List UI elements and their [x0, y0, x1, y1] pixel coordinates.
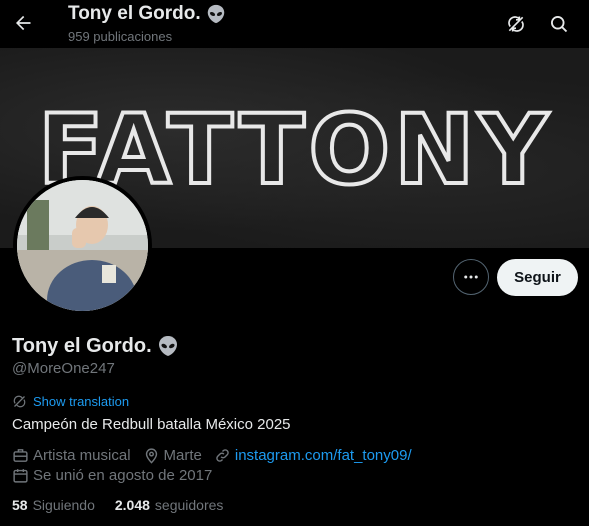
profile-handle: @MoreOne247 — [12, 360, 115, 377]
meta-link-url[interactable]: instagram.com/fat_tony09/ — [235, 447, 412, 464]
link-icon — [216, 449, 229, 462]
profile-bio: Campeón de Redbull batalla México 2025 — [12, 416, 291, 433]
header-name: Tony el Gordo. — [68, 3, 201, 24]
search-button[interactable] — [545, 10, 573, 38]
followers-label: seguidores — [154, 497, 224, 513]
more-dots-icon — [464, 275, 478, 279]
following-count: 58 — [12, 497, 28, 513]
meta-joined-text: Se unió en agosto de 2017 — [33, 467, 213, 484]
briefcase-icon — [13, 449, 28, 462]
profile-meta: Artista musical Marte instagram.com/fat_… — [12, 447, 424, 464]
alien-emoji-icon — [158, 336, 177, 356]
header-title: Tony el Gordo. — [68, 3, 227, 25]
profile-joined: Se unió en agosto de 2017 — [12, 467, 224, 484]
meta-location-text: Marte — [163, 447, 202, 464]
following-stat[interactable]: 58 Siguiendo — [12, 497, 95, 513]
meta-joined: Se unió en agosto de 2017 — [12, 467, 212, 484]
back-arrow-icon — [16, 15, 31, 31]
translate-icon — [13, 395, 26, 408]
search-icon — [551, 16, 568, 33]
top-bar: Tony el Gordo. 959 publicaciones — [0, 0, 589, 48]
alien-emoji-icon — [207, 4, 224, 24]
meta-link: instagram.com/fat_tony09/ — [214, 447, 412, 464]
following-label: Siguiendo — [32, 497, 95, 513]
avatar-photo — [17, 180, 148, 311]
avatar[interactable] — [13, 176, 152, 315]
meta-category: Artista musical — [12, 447, 131, 464]
show-translation-label: Show translation — [33, 394, 130, 409]
more-options-button[interactable] — [453, 259, 489, 295]
translate-icon — [508, 16, 524, 32]
meta-location: Marte — [143, 447, 202, 464]
post-count: 959 publicaciones — [68, 29, 173, 44]
profile-name: Tony el Gordo. — [12, 334, 180, 358]
followers-stat[interactable]: 2.048 seguidores — [115, 497, 224, 513]
profile-stats: 58 Siguiendo 2.048 seguidores — [12, 497, 223, 513]
profile-name-text: Tony el Gordo. — [12, 334, 152, 357]
follow-button[interactable]: Seguir — [497, 259, 578, 296]
followers-count: 2.048 — [114, 497, 150, 513]
meta-category-text: Artista musical — [33, 447, 131, 464]
show-translation-link[interactable]: Show translation — [12, 394, 129, 409]
location-pin-icon — [145, 448, 157, 464]
calendar-icon — [13, 469, 28, 483]
back-button[interactable] — [6, 8, 40, 38]
translate-button[interactable] — [502, 10, 530, 38]
